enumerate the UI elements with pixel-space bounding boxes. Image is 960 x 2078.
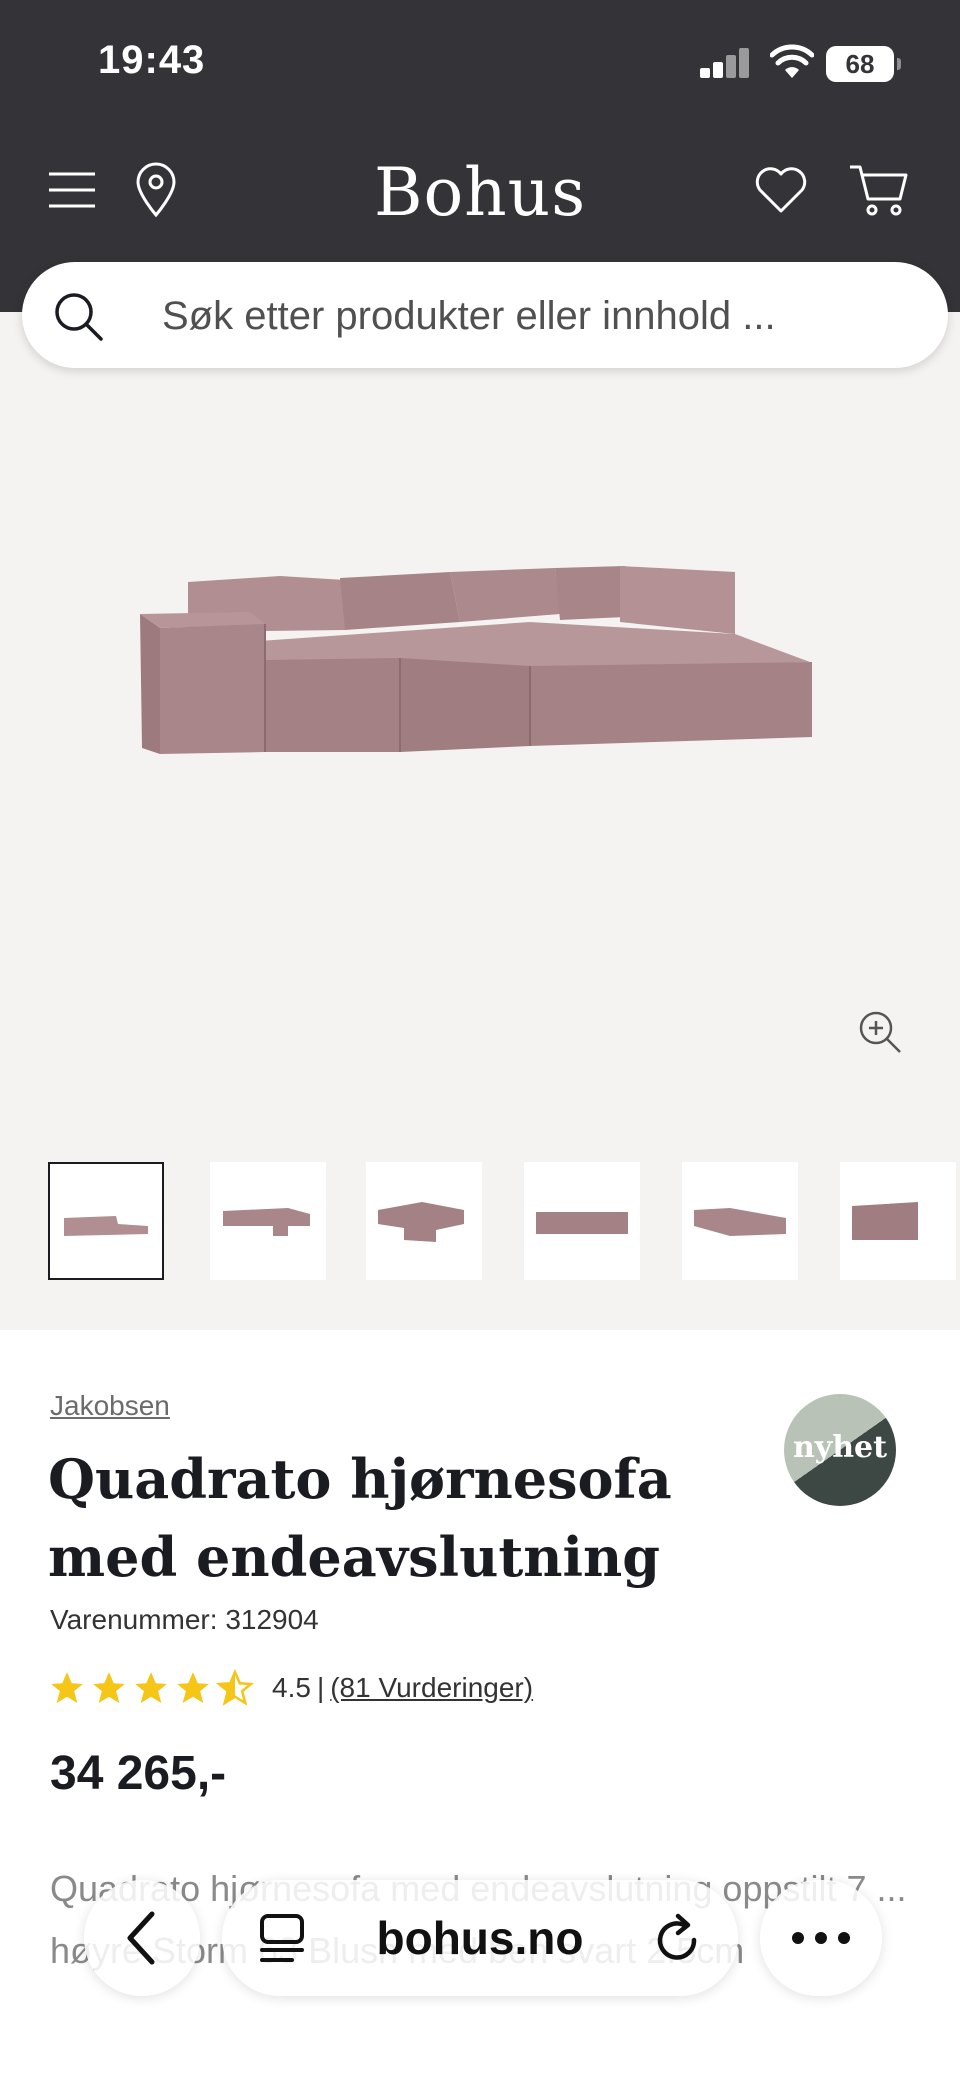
location-pin-icon[interactable] bbox=[128, 160, 184, 220]
star-icon bbox=[135, 1672, 167, 1704]
product-price: 34 265,- bbox=[50, 1747, 227, 1800]
star-half-icon bbox=[216, 1669, 254, 1706]
thumbnail-2[interactable] bbox=[210, 1162, 326, 1280]
product-main-image[interactable] bbox=[130, 562, 830, 782]
reload-icon[interactable] bbox=[654, 1912, 702, 1964]
rating-stars bbox=[48, 1669, 254, 1707]
search-bar[interactable] bbox=[22, 262, 948, 368]
search-icon[interactable] bbox=[52, 290, 104, 342]
cart-icon[interactable] bbox=[846, 160, 910, 220]
url-text: bohus.no bbox=[376, 1912, 584, 1964]
product-sku: Varenummer: 312904 bbox=[50, 1604, 319, 1635]
rating-row: 4.5 | (81 Vurderinger) bbox=[48, 1666, 533, 1710]
back-button[interactable] bbox=[84, 1880, 200, 1996]
chevron-left-icon bbox=[127, 1911, 155, 1965]
thumbnail-1[interactable] bbox=[48, 1162, 164, 1280]
zoom-in-icon[interactable] bbox=[856, 1008, 904, 1056]
top-nav: Bohus bbox=[0, 150, 960, 231]
status-bar: 19:43 68 bbox=[0, 0, 960, 130]
new-badge-label: nyhet bbox=[793, 1429, 887, 1465]
rating-value: 4.5 bbox=[272, 1672, 311, 1703]
search-input[interactable] bbox=[162, 286, 902, 346]
brand-link[interactable]: Jakobsen bbox=[50, 1390, 170, 1422]
star-icon bbox=[51, 1672, 83, 1704]
thumbnail-5[interactable] bbox=[682, 1162, 798, 1280]
thumbnail-4[interactable] bbox=[524, 1162, 640, 1280]
star-icon bbox=[93, 1672, 125, 1704]
battery-indicator: 68 bbox=[826, 46, 901, 82]
product-title: Quadrato hjørnesofa med endeavslutning bbox=[48, 1447, 672, 1589]
browser-toolbar: bohus.no bbox=[0, 1870, 960, 2000]
more-dots-icon bbox=[792, 1932, 850, 1944]
status-time: 19:43 bbox=[98, 38, 206, 82]
menu-icon[interactable] bbox=[44, 162, 100, 218]
new-badge: nyhet bbox=[784, 1394, 896, 1506]
more-options-button[interactable] bbox=[760, 1880, 882, 1996]
heart-icon[interactable] bbox=[752, 162, 810, 218]
reviews-link[interactable]: (81 Vurderinger) bbox=[330, 1672, 533, 1704]
rating-separator: | bbox=[316, 1672, 325, 1703]
thumbnail-strip bbox=[48, 1162, 960, 1282]
brand-logo[interactable]: Bohus bbox=[330, 154, 630, 231]
address-bar[interactable]: bohus.no bbox=[222, 1880, 738, 1996]
wifi-icon bbox=[770, 44, 814, 78]
star-icon bbox=[177, 1672, 209, 1704]
tab-overview-icon bbox=[260, 1914, 304, 1962]
thumbnail-6[interactable] bbox=[840, 1162, 956, 1280]
cellular-signal-icon bbox=[700, 48, 752, 78]
thumbnail-3[interactable] bbox=[366, 1162, 482, 1280]
